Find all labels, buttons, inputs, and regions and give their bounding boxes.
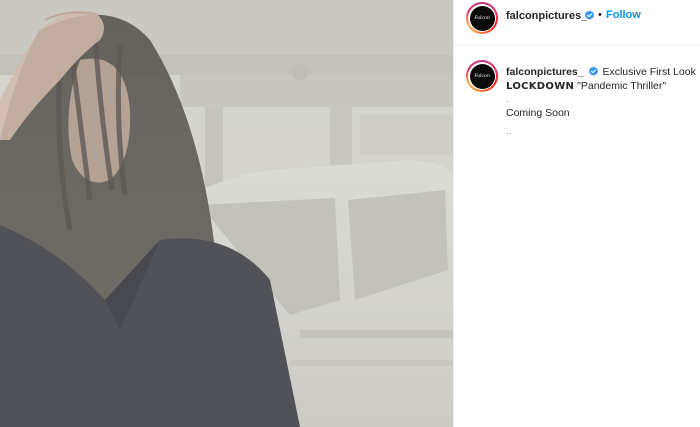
caption-username-link[interactable]: falconpictures_ bbox=[506, 66, 584, 78]
header-separator: • bbox=[598, 9, 602, 21]
post-header: Falcon falconpictures_ • Follow bbox=[454, 0, 700, 45]
account-avatar[interactable]: Falcon bbox=[466, 2, 498, 34]
avatar-logo-text: Falcon bbox=[474, 15, 490, 21]
caption-avatar-logo-text: Falcon bbox=[474, 73, 490, 79]
caption-trailing: .. bbox=[506, 125, 512, 137]
caption-line1: Exclusive First Look bbox=[602, 66, 696, 78]
caption-quoted: "Pandemic Thriller" bbox=[577, 80, 667, 92]
caption-title-word: LOCKDOWN bbox=[506, 81, 575, 92]
caption-verified-badge-icon bbox=[588, 66, 598, 76]
verified-badge-icon bbox=[584, 10, 595, 20]
caption-first-line: falconpictures_ Exclusive First Look bbox=[506, 65, 696, 79]
caption-coming-soon: Coming Soon bbox=[506, 107, 570, 119]
post-photo-illustration bbox=[0, 0, 453, 427]
account-username-link[interactable]: falconpictures_ bbox=[506, 10, 587, 22]
post-image[interactable] bbox=[0, 0, 453, 427]
caption-title-line: LOCKDOWN "Pandemic Thriller" bbox=[506, 79, 696, 94]
follow-button[interactable]: Follow bbox=[606, 9, 641, 21]
caption-avatar[interactable]: Falcon bbox=[466, 60, 498, 92]
caption-dot-line: . bbox=[506, 93, 509, 105]
caption-text: falconpictures_ Exclusive First Look LOC… bbox=[506, 65, 696, 138]
post-sidebar: Falcon falconpictures_ • Follow Falcon f… bbox=[453, 0, 700, 427]
